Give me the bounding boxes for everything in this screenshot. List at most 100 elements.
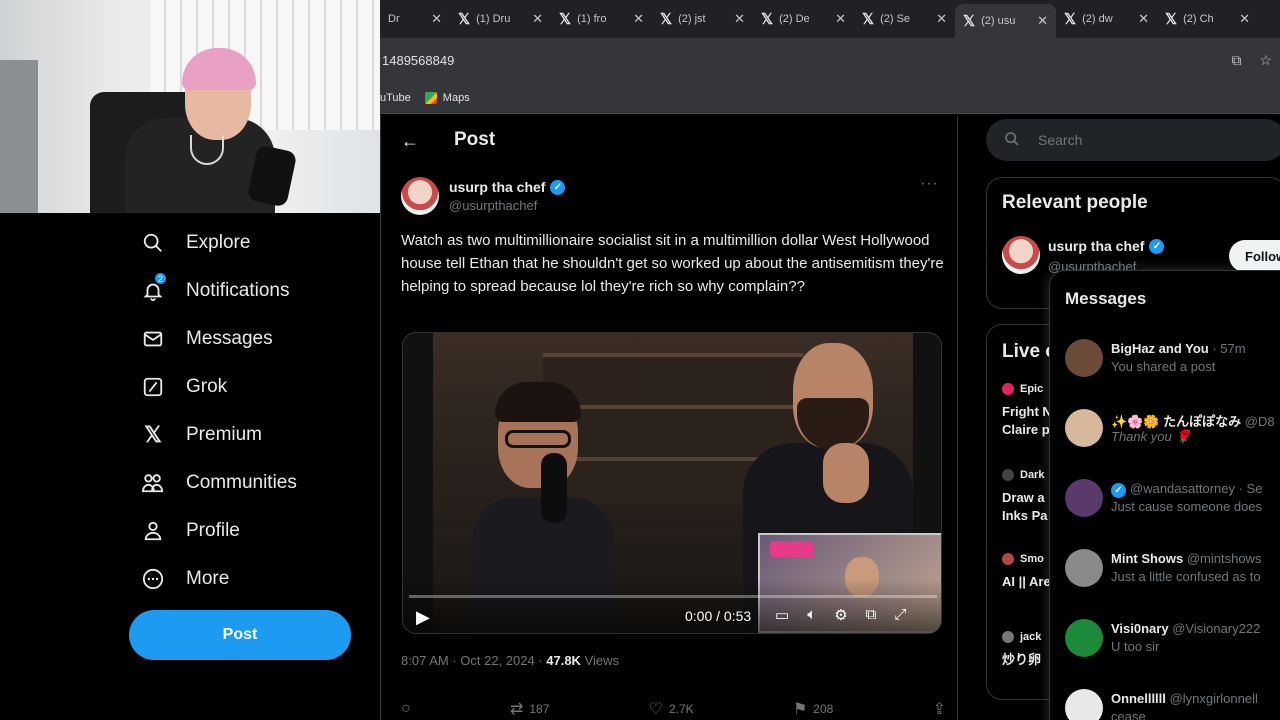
- nav-item-profile[interactable]: Profile: [140, 518, 240, 544]
- live-item-title: Draw a: [1002, 490, 1045, 505]
- nav-item-messages[interactable]: Messages: [140, 326, 273, 352]
- picture-in-picture-icon[interactable]: ⧉: [866, 606, 877, 624]
- conversation-preview: Just a little confused as to: [1111, 569, 1261, 584]
- live-item-title: 炒り卵: [1002, 652, 1042, 667]
- verified-badge-icon: ✓: [550, 179, 566, 195]
- video-progress-bar[interactable]: [409, 595, 937, 598]
- x-logo-icon: 𝕏: [963, 13, 976, 30]
- messages-title[interactable]: Messages: [1065, 289, 1146, 309]
- nav-item-explore[interactable]: Explore: [140, 230, 250, 256]
- fullscreen-icon[interactable]: ⤢: [894, 606, 906, 624]
- close-tab-icon[interactable]: ✕: [936, 11, 947, 27]
- tab-title: (2) Ch: [1183, 13, 1214, 25]
- url-text[interactable]: 1489568849: [382, 53, 454, 68]
- close-tab-icon[interactable]: ✕: [431, 11, 442, 27]
- post-author: usurp tha chef ✓ @usurpthachef: [401, 177, 566, 215]
- browser-tab[interactable]: Dr ✕: [380, 4, 450, 34]
- x-logo-icon: 𝕏: [1165, 11, 1178, 28]
- bookmark-label: Maps: [442, 91, 470, 104]
- browser-tab[interactable]: 𝕏 (2) Se ✕: [854, 4, 955, 34]
- nav-label: Messages: [186, 328, 273, 349]
- address-bar[interactable]: 1489568849 ⧉ ☆: [380, 38, 1280, 82]
- close-tab-icon[interactable]: ✕: [532, 11, 543, 27]
- share-button[interactable]: ⇪: [933, 699, 946, 719]
- more-options-icon[interactable]: ···: [920, 175, 939, 193]
- nav-item-communities[interactable]: Communities: [140, 470, 297, 496]
- browser-tab[interactable]: 𝕏 (1) Dru ✕: [450, 4, 551, 34]
- person-icon: [140, 518, 166, 544]
- message-conversation[interactable]: Onnellllll @lynxgirlonnell cease: [1065, 689, 1280, 720]
- nav-label: More: [186, 568, 230, 589]
- close-tab-icon[interactable]: ✕: [835, 11, 846, 27]
- close-tab-icon[interactable]: ✕: [734, 11, 745, 27]
- post-button[interactable]: Post: [129, 610, 351, 660]
- message-conversation[interactable]: ✨🌸🌼 たんぽぽなみ @D8 Thank you 🌹: [1065, 409, 1280, 469]
- captions-icon[interactable]: ▭: [775, 606, 789, 624]
- live-item[interactable]: Smo AI || Are: [1002, 553, 1051, 591]
- tab-title: (2) Se: [880, 13, 911, 25]
- relevant-person-avatar[interactable]: [1002, 236, 1040, 274]
- views-label: Views: [580, 653, 620, 668]
- tab-title: (2) De: [779, 13, 810, 25]
- nav-item-notifications[interactable]: 2 Notifications: [140, 272, 290, 304]
- cast-icon[interactable]: ⧉: [1231, 52, 1241, 69]
- verified-badge-icon: ✓: [1111, 483, 1126, 498]
- like-button[interactable]: ♡ 2.7K: [649, 699, 694, 719]
- settings-gear-icon[interactable]: ⚙: [834, 606, 847, 624]
- nav-item-grok[interactable]: Grok: [140, 374, 227, 400]
- bookmark-maps[interactable]: Maps: [424, 91, 470, 104]
- author-name: usurp tha chef: [449, 179, 546, 195]
- message-conversation[interactable]: Visi0nary @Visionary222 U too sir: [1065, 619, 1280, 679]
- message-conversation[interactable]: Mint Shows @mintshows Just a little conf…: [1065, 549, 1280, 609]
- conversation-name: Onnellllll: [1111, 691, 1166, 706]
- timestamp-text: 8:07 AM · Oct 22, 2024 ·: [401, 653, 547, 668]
- close-tab-icon[interactable]: ✕: [633, 11, 644, 27]
- browser-tab-active[interactable]: 𝕏 (2) usu ✕: [955, 4, 1056, 38]
- tab-title: (2) jst: [678, 13, 706, 25]
- reply-button[interactable]: ○: [401, 699, 411, 719]
- close-tab-icon[interactable]: ✕: [1138, 11, 1149, 27]
- conversation-meta: @wandasattorney · Se: [1130, 481, 1263, 496]
- browser-tab[interactable]: 𝕏 (2) Ch ✕: [1157, 4, 1258, 34]
- video-control-icons: ▭ 🔈︎ ⚙ ⧉ ⤢: [775, 606, 906, 624]
- browser-tab[interactable]: 𝕏 (2) De ✕: [753, 4, 854, 34]
- follow-button[interactable]: Follow: [1229, 240, 1280, 272]
- message-conversation[interactable]: ✓ @wandasattorney · Se Just cause someone…: [1065, 479, 1280, 539]
- bookmarks-bar: uTube Maps: [380, 82, 1280, 114]
- message-conversation[interactable]: BigHaz and You · 57m You shared a post: [1065, 339, 1280, 399]
- volume-icon[interactable]: 🔈︎: [807, 606, 816, 624]
- bookmark-button[interactable]: ⚑ 208: [793, 699, 833, 719]
- tab-title: (2) usu: [981, 15, 1016, 27]
- nav-item-premium[interactable]: 𝕏 Premium: [140, 422, 262, 448]
- browser-tab[interactable]: 𝕏 (2) jst ✕: [652, 4, 753, 34]
- conversation-meta: · 57m: [1208, 341, 1246, 356]
- video-player[interactable]: ▶ 0:00 / 0:53 ▭ 🔈︎ ⚙ ⧉ ⤢: [402, 332, 942, 634]
- envelope-icon: [140, 326, 166, 352]
- nav-item-more[interactable]: More: [140, 566, 229, 592]
- conversation-avatar: [1065, 549, 1103, 587]
- search-icon: [1004, 131, 1020, 150]
- live-host: jack: [1020, 631, 1042, 643]
- close-tab-icon[interactable]: ✕: [1037, 13, 1048, 29]
- author-name-row[interactable]: usurp tha chef ✓: [449, 179, 566, 195]
- live-item[interactable]: jack 炒り卵: [1002, 631, 1041, 669]
- back-arrow-icon[interactable]: ←: [401, 131, 419, 152]
- search-input[interactable]: Search: [986, 119, 1280, 161]
- play-icon[interactable]: ▶: [416, 607, 430, 628]
- webcam-overlay: [0, 0, 380, 213]
- live-item[interactable]: Epic Fright N Claire p: [1002, 383, 1052, 439]
- browser-tab[interactable]: 𝕏 (2) dw ✕: [1056, 4, 1157, 34]
- close-tab-icon[interactable]: ✕: [1239, 11, 1250, 27]
- author-handle[interactable]: @usurpthachef: [449, 198, 565, 213]
- star-icon[interactable]: ☆: [1259, 52, 1272, 69]
- bookmark-youtube[interactable]: uTube: [380, 92, 411, 104]
- author-avatar[interactable]: [401, 177, 439, 215]
- bell-icon: 2: [140, 272, 167, 304]
- tab-title: (1) fro: [577, 13, 607, 25]
- relevant-person-name-row[interactable]: usurp tha chef ✓: [1048, 238, 1165, 254]
- live-item[interactable]: Dark Draw a Inks Pa: [1002, 469, 1048, 525]
- live-host-avatar: [1002, 553, 1014, 565]
- browser-tab[interactable]: 𝕏 (1) fro ✕: [551, 4, 652, 34]
- conversation-avatar: [1065, 689, 1103, 720]
- repost-button[interactable]: ⇄ 187: [510, 699, 549, 719]
